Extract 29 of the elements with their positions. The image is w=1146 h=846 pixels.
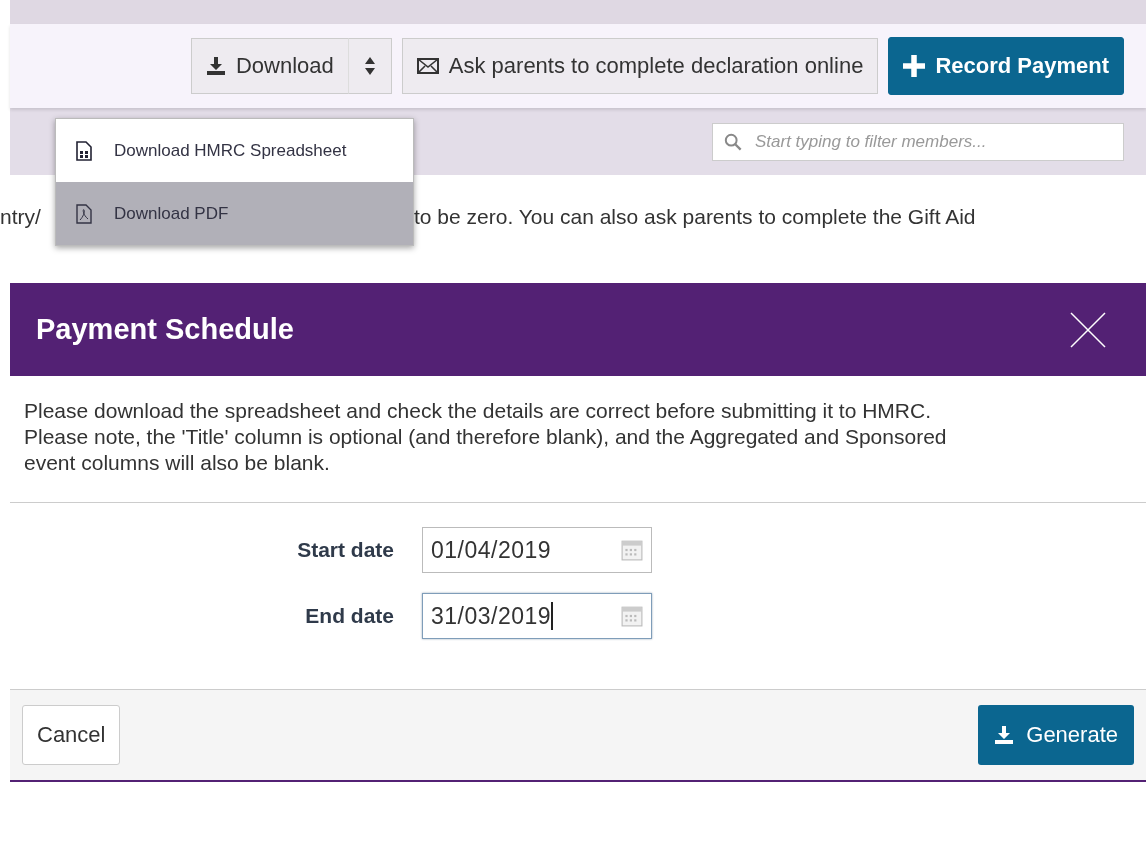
search-icon — [724, 132, 742, 151]
ask-parents-button[interactable]: Ask parents to complete declaration online — [401, 38, 879, 94]
dialog-message: Please download the spreadsheet and check the details are correct before submitting it to HMRC. Please note, the 'Title' column is optional (and therefore blank), and the Aggregated and Sponsored event columns will also be blank. — [10, 376, 1146, 503]
cancel-button[interactable]: Cancel — [22, 705, 121, 765]
download-icon — [205, 57, 226, 75]
envelope-icon — [416, 58, 439, 74]
menu-item[interactable]: Download HMRC Spreadsheet — [56, 119, 413, 182]
field-label: End date — [304, 604, 395, 628]
dropdown-toggle[interactable] — [348, 38, 392, 94]
menu-item[interactable]: Download PDF — [56, 182, 413, 245]
sort-caret-icon — [364, 57, 375, 75]
close-button[interactable] — [1070, 311, 1106, 348]
record-payment-button[interactable]: Record Payment — [888, 37, 1124, 95]
field-label: Start date — [296, 538, 395, 562]
download-icon — [994, 726, 1015, 744]
pdf-file-icon — [76, 203, 92, 224]
spreadsheet-icon — [76, 140, 92, 161]
close-icon — [1070, 311, 1106, 348]
generate-button[interactable]: Generate — [978, 705, 1134, 765]
body-text: to be zero. You can also ask parents to complete the Gift Aid — [414, 205, 976, 230]
body-text: ntry/ — [0, 205, 42, 230]
calendar-icon — [621, 539, 643, 561]
dialog-title: Payment Schedule — [36, 313, 294, 346]
plus-icon — [903, 55, 926, 77]
date-field[interactable]: 31/03/2019 — [422, 593, 652, 639]
date-field[interactable]: 01/04/2019 — [422, 527, 652, 573]
download-button[interactable]: Download — [190, 38, 349, 94]
filter-search-field[interactable]: Start typing to filter members... — [712, 122, 1124, 161]
calendar-icon — [621, 605, 643, 627]
